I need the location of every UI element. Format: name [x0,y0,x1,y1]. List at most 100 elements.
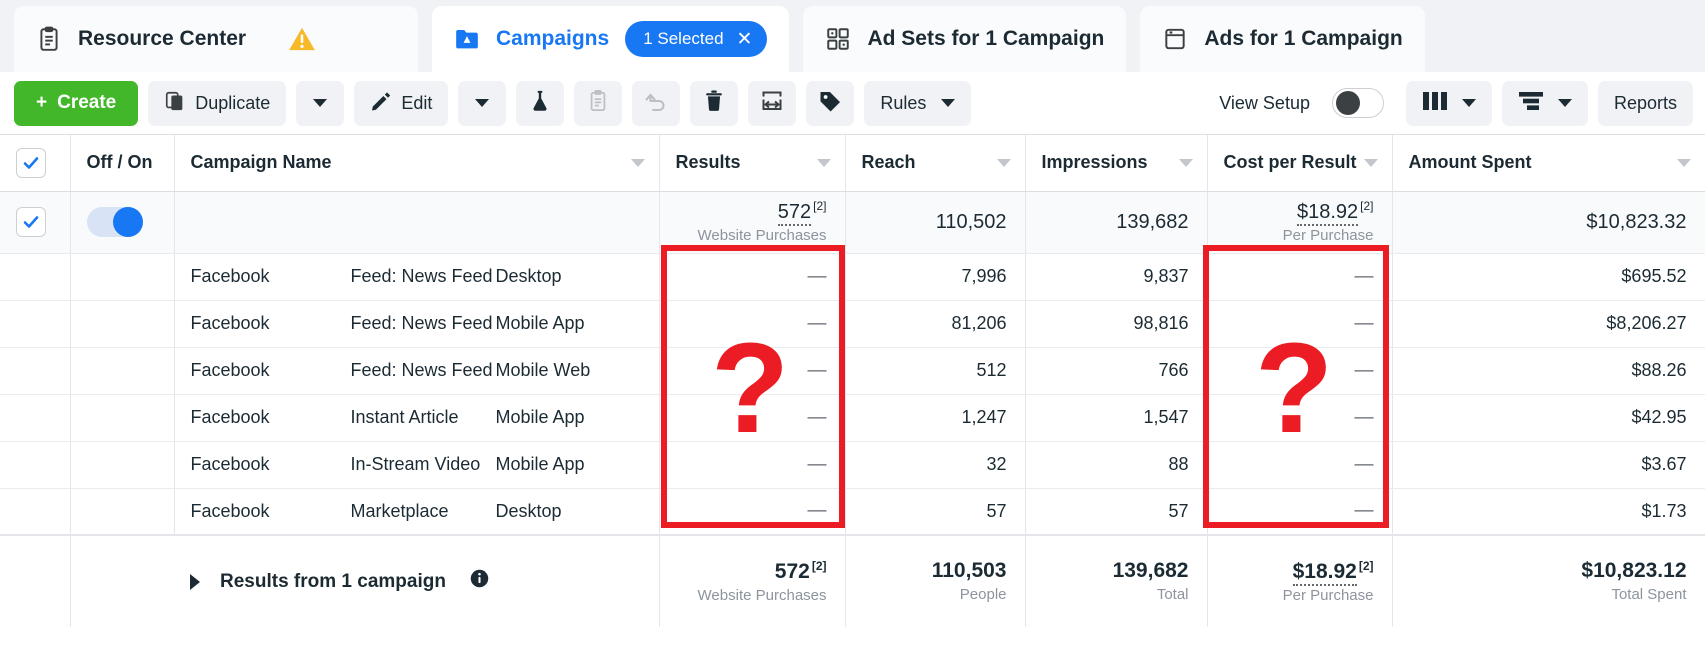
table-row[interactable]: Facebook Instant Article Mobile App — 1,… [0,394,1705,442]
table-row[interactable]: Facebook Marketplace Desktop — 57 57 — $… [0,488,1705,536]
table-row[interactable]: Facebook Feed: News Feed Mobile App — 81… [0,300,1705,348]
totals-impressions-sublabel: Total [1156,586,1189,604]
undo-arrow-icon [644,89,668,118]
results-cell: — [659,488,846,536]
totals-select-cell [0,534,71,627]
summary-reach-cell: 110,502 [845,191,1026,254]
close-icon[interactable]: ✕ [737,30,753,49]
tab-label: Resource Center [78,27,247,50]
tab-campaigns[interactable]: Campaigns 1 Selected ✕ [432,6,790,72]
clipboard-icon [36,26,62,52]
totals-amount-spent-cell: $10,823.12 Total Spent [1392,534,1705,627]
footnote-marker: [2] [813,199,827,214]
platform: Facebook [190,500,270,521]
breakdown-button[interactable] [1501,80,1588,126]
row-toggle-cell [70,488,175,536]
delete-button[interactable] [690,80,739,126]
tab-ad-sets[interactable]: Ad Sets for 1 Campaign [803,6,1127,72]
campaign-table: Off / On Campaign Name Results Reach Imp… [0,135,1705,627]
row-select-cell[interactable] [0,488,71,536]
tag-button[interactable] [806,80,855,126]
expand-chevron-icon[interactable] [190,573,200,590]
row-checkbox[interactable] [16,207,46,237]
impressions-cell: 88 [1025,441,1208,489]
table-row[interactable]: Facebook Feed: News Feed Mobile Web — 51… [0,347,1705,395]
header-off-on: Off / On [70,135,175,192]
chevron-down-icon [1461,99,1476,107]
row-select-cell[interactable] [0,300,71,348]
undo-button[interactable] [632,80,681,126]
columns-icon [1422,91,1448,116]
results-cell: — [659,300,846,348]
cost-per-result-cell: — [1207,253,1393,301]
selected-badge[interactable]: 1 Selected ✕ [625,21,768,57]
amount-spent-cell: $3.67 [1392,441,1705,489]
chevron-down-icon [1557,99,1572,107]
clipboard-button[interactable] [574,80,623,126]
placement: Feed: News Feed [350,313,493,333]
duplicate-button[interactable]: Duplicate [148,80,287,126]
row-toggle-cell [70,394,175,442]
ab-test-button[interactable] [516,80,565,126]
device: Mobile App [495,407,585,427]
sort-caret-icon[interactable] [630,158,645,167]
tab-ads[interactable]: Ads for 1 Campaign [1140,6,1425,72]
info-icon[interactable] [470,569,489,594]
totals-cost-per-result-cell: $18.92 [2] Per Purchase [1207,534,1393,627]
view-setup-toggle[interactable] [1331,88,1384,118]
row-toggle-cell [70,253,175,301]
select-all-header [0,135,71,192]
device: Mobile App [495,313,585,333]
cost-per-result-cell: — [1207,488,1393,536]
sort-caret-icon[interactable] [816,158,831,167]
totals-label-text: Results from 1 campaign [220,570,446,592]
summary-results-sublabel: Website Purchases [697,226,827,244]
reach-cell: 57 [845,488,1026,536]
tab-resource-center[interactable]: Resource Center [14,6,418,72]
tag-icon [818,89,842,118]
footnote-marker: [2] [1360,199,1374,214]
row-toggle-cell [70,441,175,489]
adsets-grid-icon [825,26,851,52]
edit-button[interactable]: Edit [354,80,449,126]
sort-caret-icon[interactable] [1178,158,1193,167]
rules-button[interactable]: Rules [864,80,972,126]
placement: In-Stream Video [350,454,481,474]
header-campaign-name: Campaign Name [174,135,660,192]
impressions-cell: 57 [1025,488,1208,536]
reports-button[interactable]: Reports [1597,80,1693,126]
header-reach: Reach [845,135,1026,192]
totals-amount-spent-sublabel: Total Spent [1611,586,1687,604]
platform: Facebook [190,313,270,333]
campaign-summary-row: 572 [2] Website Purchases 110,502 139,682… [0,191,1705,254]
duplicate-icon [164,90,186,117]
header-amount-spent: Amount Spent [1392,135,1705,192]
campaign-on-off-toggle[interactable] [86,207,143,237]
placement: Feed: News Feed [350,360,493,380]
impressions-cell: 98,816 [1025,300,1208,348]
sort-caret-icon[interactable] [1363,158,1378,167]
totals-impressions-value: 139,682 [1112,559,1189,583]
row-select-cell[interactable] [0,253,71,301]
row-select-cell[interactable] [0,347,71,395]
impressions-cell: 1,547 [1025,394,1208,442]
breakdown-name-cell: Facebook Feed: News Feed Desktop [174,253,660,301]
reach-cell: 81,206 [845,300,1026,348]
export-button[interactable] [748,80,797,126]
columns-button[interactable] [1405,80,1492,126]
sort-caret-icon[interactable] [1676,158,1691,167]
select-all-checkbox[interactable] [16,147,46,178]
create-button[interactable]: + Create [14,80,139,126]
totals-results-cell: 572 [2] Website Purchases [659,534,846,627]
row-select-cell[interactable] [0,394,71,442]
table-row[interactable]: Facebook Feed: News Feed Desktop — 7,996… [0,253,1705,301]
row-select-cell[interactable] [0,441,71,489]
sort-caret-icon[interactable] [996,158,1011,167]
pencil-icon [370,90,392,117]
edit-dropdown-button[interactable] [458,80,507,126]
campaign-table-container: Off / On Campaign Name Results Reach Imp… [0,135,1705,671]
duplicate-label: Duplicate [195,92,271,113]
duplicate-dropdown-button[interactable] [296,80,345,126]
tab-label: Campaigns [496,27,610,50]
table-row[interactable]: Facebook In-Stream Video Mobile App — 32… [0,441,1705,489]
